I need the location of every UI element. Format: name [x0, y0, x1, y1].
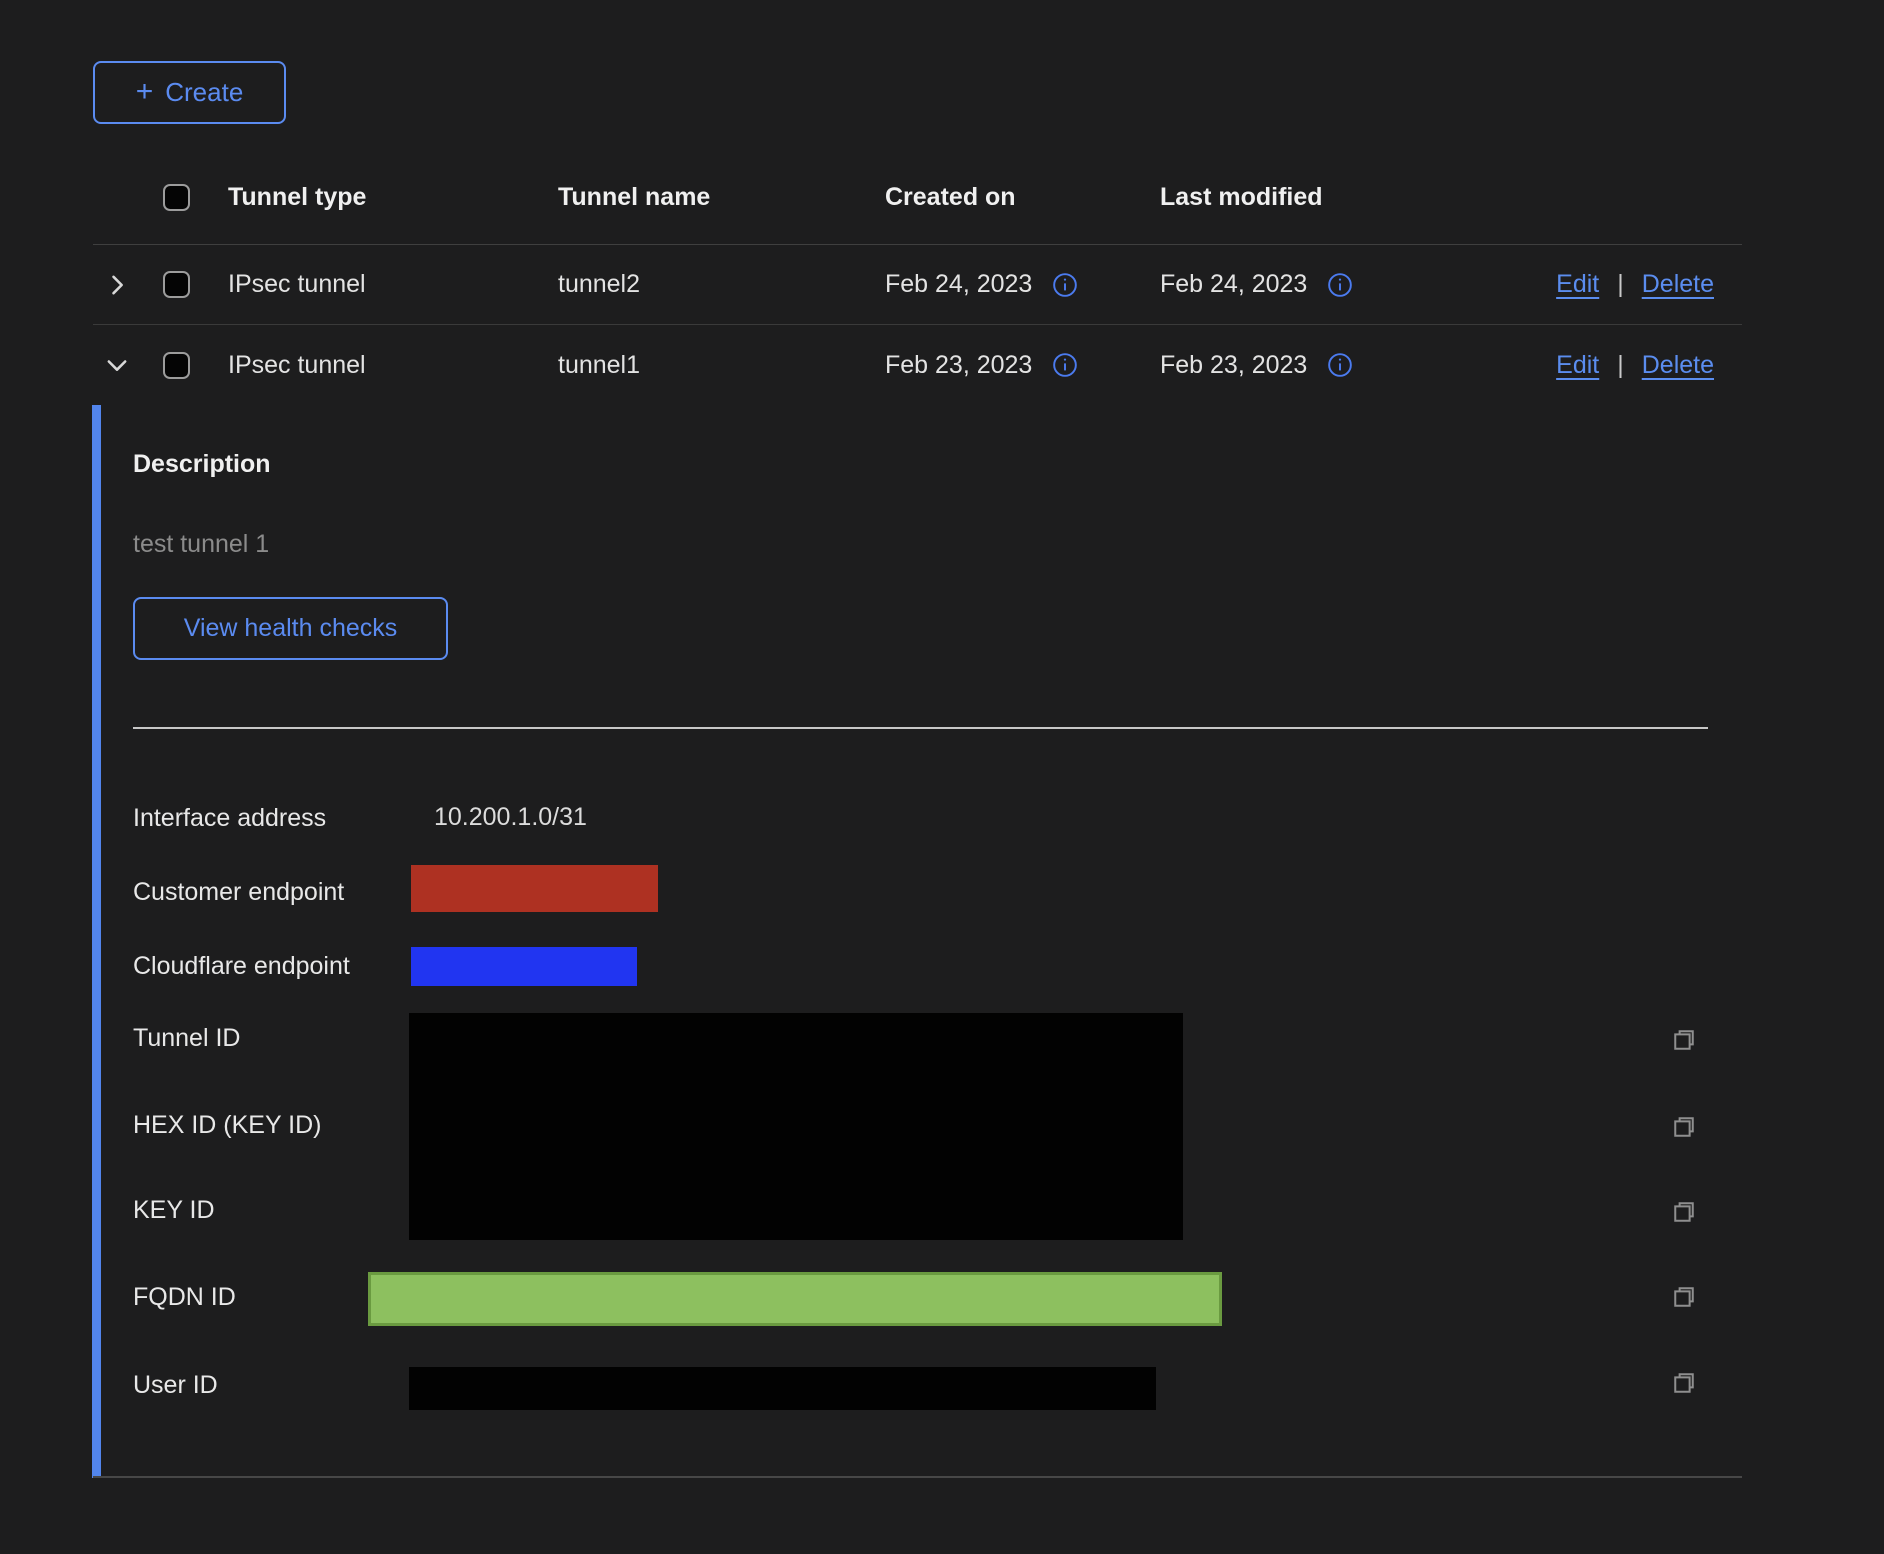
key-id-label: KEY ID — [133, 1195, 215, 1225]
header-created-on: Created on — [885, 183, 1160, 212]
row-checkbox[interactable] — [163, 352, 190, 379]
copy-user-id-button[interactable] — [1668, 1367, 1700, 1399]
table-header-row: Tunnel type Tunnel name Created on Last … — [93, 150, 1742, 245]
copy-hex-id-button[interactable] — [1668, 1111, 1700, 1143]
section-divider — [133, 727, 1708, 729]
delete-link[interactable]: Delete — [1642, 351, 1714, 380]
expanded-row-accent-bar — [92, 405, 101, 1478]
edit-link[interactable]: Edit — [1556, 270, 1599, 299]
description-label: Description — [133, 450, 271, 479]
info-icon[interactable] — [1052, 352, 1078, 378]
row-checkbox[interactable] — [163, 271, 190, 298]
last-modified-value: Feb 24, 2023 — [1160, 270, 1307, 299]
cloudflare-endpoint-redacted-value — [411, 947, 637, 986]
collapse-chevron-down-icon[interactable] — [103, 351, 131, 379]
view-health-checks-button[interactable]: View health checks — [133, 597, 448, 660]
ids-redacted-value — [409, 1013, 1183, 1240]
tunnels-page: + Create Tunnel type Tunnel name Created… — [0, 0, 1884, 1554]
description-value: test tunnel 1 — [133, 530, 269, 559]
action-separator: | — [1617, 351, 1624, 380]
tunnel-name-cell: tunnel1 — [558, 351, 885, 380]
customer-endpoint-label: Customer endpoint — [133, 877, 344, 907]
delete-link[interactable]: Delete — [1642, 270, 1714, 299]
tunnel-name-cell: tunnel2 — [558, 270, 885, 299]
header-tunnel-name: Tunnel name — [558, 183, 885, 212]
select-all-checkbox[interactable] — [163, 184, 190, 211]
last-modified-value: Feb 23, 2023 — [1160, 351, 1307, 380]
panel-bottom-divider — [93, 1476, 1742, 1478]
info-icon[interactable] — [1327, 352, 1353, 378]
user-id-label: User ID — [133, 1370, 218, 1400]
tunnel-detail-panel: Description test tunnel 1 View health ch… — [93, 405, 1742, 1478]
copy-tunnel-id-button[interactable] — [1668, 1024, 1700, 1056]
fqdn-id-redacted-value — [368, 1272, 1222, 1326]
info-icon[interactable] — [1327, 272, 1353, 298]
tunnels-table: Tunnel type Tunnel name Created on Last … — [93, 150, 1742, 405]
copy-fqdn-id-button[interactable] — [1668, 1281, 1700, 1313]
cloudflare-endpoint-label: Cloudflare endpoint — [133, 951, 350, 981]
expand-chevron-right-icon[interactable] — [103, 271, 131, 299]
header-tunnel-type: Tunnel type — [228, 183, 558, 212]
edit-link[interactable]: Edit — [1556, 351, 1599, 380]
created-on-value: Feb 24, 2023 — [885, 270, 1032, 299]
user-id-redacted-value — [409, 1367, 1156, 1410]
header-checkbox-cell — [160, 184, 228, 211]
plus-icon: + — [136, 77, 154, 107]
action-separator: | — [1617, 270, 1624, 299]
info-icon[interactable] — [1052, 272, 1078, 298]
header-last-modified: Last modified — [1160, 183, 1540, 212]
tunnel-type-cell: IPsec tunnel — [228, 351, 558, 380]
table-row-tunnel1: IPsec tunnel tunnel1 Feb 23, 2023 Feb 23… — [93, 325, 1742, 405]
copy-key-id-button[interactable] — [1668, 1196, 1700, 1228]
hex-id-label: HEX ID (KEY ID) — [133, 1110, 321, 1140]
create-button[interactable]: + Create — [93, 61, 286, 124]
interface-address-value: 10.200.1.0/31 — [434, 803, 587, 832]
table-row-tunnel2: IPsec tunnel tunnel2 Feb 24, 2023 Feb 24… — [93, 245, 1742, 325]
customer-endpoint-redacted-value — [411, 865, 658, 912]
tunnel-id-label: Tunnel ID — [133, 1023, 240, 1053]
tunnel-type-cell: IPsec tunnel — [228, 270, 558, 299]
fqdn-id-label: FQDN ID — [133, 1282, 236, 1312]
interface-address-label: Interface address — [133, 803, 326, 833]
created-on-value: Feb 23, 2023 — [885, 351, 1032, 380]
create-button-label: Create — [165, 77, 243, 108]
